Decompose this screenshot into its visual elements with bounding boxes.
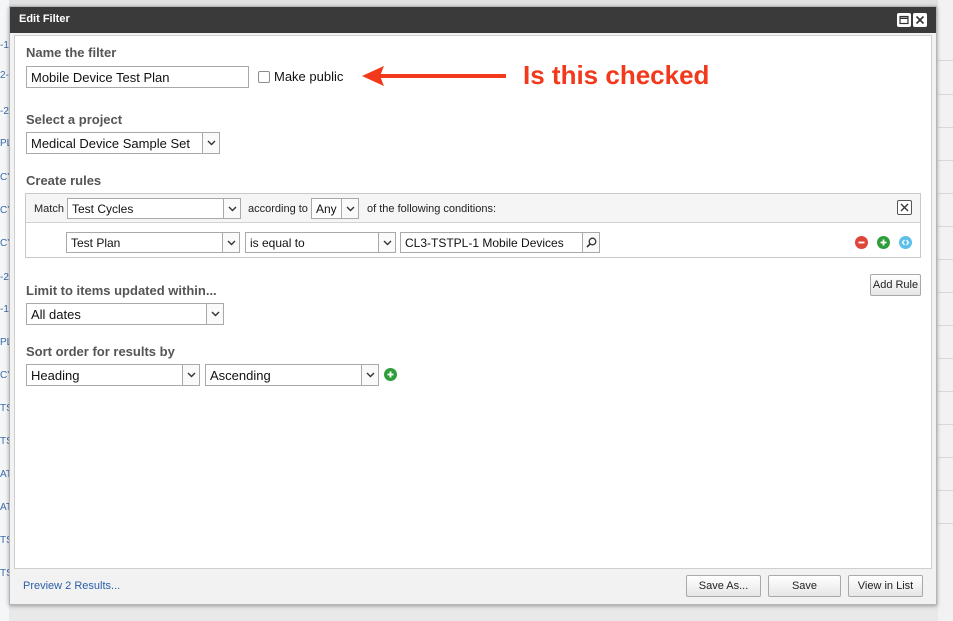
background-fragment: -1 (0, 304, 9, 315)
close-button[interactable] (913, 13, 927, 27)
any-select[interactable]: Any (311, 198, 359, 219)
project-select-value: Medical Device Sample Set (31, 136, 190, 151)
rule-operator-select[interactable]: is equal to (245, 232, 396, 253)
select-project-label: Select a project (26, 112, 123, 127)
background-list-column: -1 2- -2 PL CY CY CY -2 -1 PL CY TS TS A… (0, 0, 14, 621)
filter-form: Name the filter Make public Select a pro… (14, 35, 932, 569)
plus-icon (387, 371, 394, 378)
background-fragment: 2- (0, 70, 9, 81)
annotation-arrow-icon (362, 66, 506, 86)
edit-filter-dialog: Edit Filter Name the filter Make public … (9, 6, 937, 605)
limit-label: Limit to items updated within... (26, 283, 217, 298)
rules-header: Match Test Cycles according to Any of th… (26, 194, 920, 223)
rule-value-lookup[interactable]: CL3-TSTPL-1 Mobile Devices (400, 232, 600, 253)
rule-field-value: Test Plan (71, 236, 121, 250)
maximize-button[interactable] (897, 13, 911, 27)
chevron-down-icon (206, 304, 223, 324)
sort-field-select[interactable]: Heading (26, 364, 200, 386)
match-label: Match (34, 203, 64, 215)
save-button[interactable]: Save (768, 575, 841, 597)
conditions-label: of the following conditions: (367, 203, 497, 215)
date-range-value: All dates (31, 307, 81, 322)
chevron-down-icon (222, 233, 239, 252)
sort-direction-select[interactable]: Ascending (205, 364, 379, 386)
chevron-down-icon (341, 199, 358, 218)
make-public-checkbox[interactable] (258, 71, 270, 83)
rule-value: CL3-TSTPL-1 Mobile Devices (405, 236, 564, 250)
name-filter-label: Name the filter (26, 45, 117, 60)
close-icon (915, 15, 925, 25)
chevron-down-icon (182, 365, 199, 385)
sort-field-value: Heading (31, 368, 80, 383)
remove-rules-button[interactable] (897, 200, 912, 215)
background-fragment: -2 (0, 272, 9, 283)
remove-condition-button[interactable] (855, 236, 868, 249)
filter-name-input[interactable] (26, 66, 249, 88)
preview-results-link[interactable]: Preview 2 Results... (23, 580, 120, 592)
window-controls (897, 13, 927, 27)
add-condition-button[interactable] (877, 236, 890, 249)
background-grid-edge (938, 0, 953, 621)
project-select[interactable]: Medical Device Sample Set (26, 132, 220, 154)
create-rules-label: Create rules (26, 173, 102, 188)
sort-order-label: Sort order for results by (26, 344, 175, 359)
background-fragment: -2 (0, 106, 9, 117)
match-select-value: Test Cycles (72, 202, 134, 216)
add-sort-button[interactable] (384, 368, 397, 381)
minus-icon (858, 241, 865, 244)
close-icon (900, 203, 909, 212)
background-fragment: -1 (0, 40, 9, 51)
chevron-down-icon (361, 365, 378, 385)
according-to-label: according to (248, 203, 308, 215)
chevron-down-icon (223, 199, 240, 218)
view-in-list-button[interactable]: View in List (848, 575, 923, 597)
date-range-select[interactable]: All dates (26, 303, 224, 325)
make-public-label: Make public (274, 69, 344, 84)
search-icon[interactable] (582, 233, 599, 252)
plus-icon (880, 239, 887, 246)
sort-direction-value: Ascending (210, 368, 271, 383)
group-condition-button[interactable] (899, 236, 912, 249)
match-select[interactable]: Test Cycles (67, 198, 241, 219)
maximize-icon (899, 15, 909, 25)
rule-operator-value: is equal to (250, 236, 305, 250)
chevron-down-icon (378, 233, 395, 252)
rules-box: Match Test Cycles according to Any of th… (25, 193, 921, 258)
add-rule-button[interactable]: Add Rule (870, 274, 921, 296)
rule-field-select[interactable]: Test Plan (66, 232, 240, 253)
chevron-down-icon (202, 133, 219, 153)
dialog-title: Edit Filter (19, 13, 70, 25)
annotation-text: Is this checked (523, 60, 710, 90)
save-as-button[interactable]: Save As... (686, 575, 761, 597)
dialog-titlebar[interactable]: Edit Filter (10, 7, 936, 33)
nest-icon (901, 239, 910, 246)
